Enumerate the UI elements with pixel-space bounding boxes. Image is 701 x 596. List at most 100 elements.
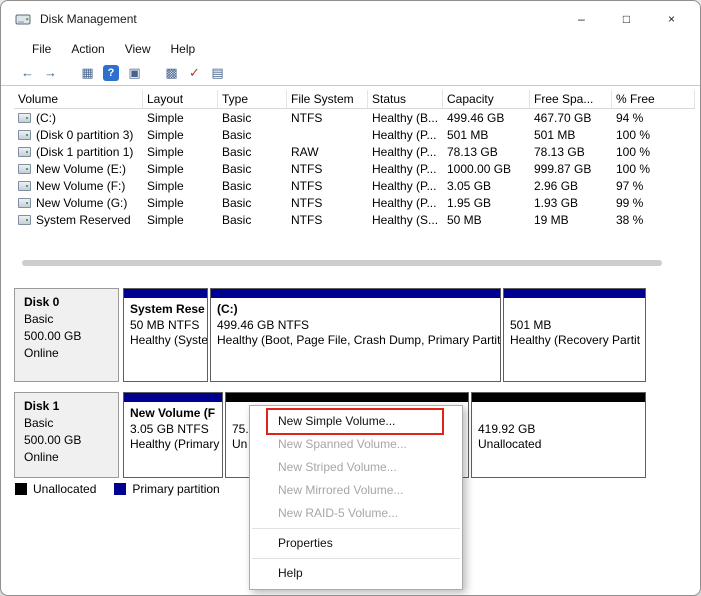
- menu-file[interactable]: File: [22, 40, 61, 58]
- table-row[interactable]: New Volume (E:) Simple Basic NTFS Health…: [14, 160, 695, 177]
- disk-size: 500.00 GB: [24, 433, 109, 447]
- menu-action[interactable]: Action: [61, 40, 114, 58]
- partition-recovery[interactable]: 501 MB Healthy (Recovery Partit: [503, 288, 646, 382]
- partition-new-volume-f[interactable]: New Volume (F 3.05 GB NTFS Healthy (Prim…: [123, 392, 223, 478]
- cell-pct-free: 100 %: [612, 145, 695, 159]
- cell-capacity: 78.13 GB: [443, 145, 530, 159]
- partition-unallocated-large[interactable]: 419.92 GB Unallocated: [471, 392, 646, 478]
- cell-fs: NTFS: [287, 111, 368, 125]
- disk-state: Online: [24, 450, 109, 464]
- cell-type: Basic: [218, 179, 287, 193]
- menu-item-properties[interactable]: Properties: [250, 532, 462, 555]
- partition-status: Healthy (Boot, Page File, Crash Dump, Pr…: [217, 333, 494, 347]
- partition-title: (C:): [217, 302, 494, 317]
- cell-capacity: 499.46 GB: [443, 111, 530, 125]
- table-row[interactable]: (Disk 1 partition 1) Simple Basic RAW He…: [14, 143, 695, 160]
- partition-title: [510, 302, 639, 317]
- primary-partition-swatch-icon: [114, 483, 126, 495]
- graphical-view-icon[interactable]: ▤: [206, 63, 229, 83]
- column-header-free-space[interactable]: Free Spa...: [530, 90, 612, 108]
- cell-fs: RAW: [287, 145, 368, 159]
- toolbar: ← → ▦ ? ▣ ▩ ✓ ▤: [1, 60, 700, 86]
- disk-1-label[interactable]: Disk 1 Basic 500.00 GB Online: [14, 392, 119, 478]
- cell-free: 1.93 GB: [530, 196, 612, 210]
- disk-0-row: Disk 0 Basic 500.00 GB Online System Res…: [14, 285, 695, 385]
- table-row[interactable]: (Disk 0 partition 3) Simple Basic Health…: [14, 126, 695, 143]
- cell-type: Basic: [218, 128, 287, 142]
- cell-type: Basic: [218, 145, 287, 159]
- back-icon[interactable]: ←: [16, 63, 39, 83]
- cell-status: Healthy (P...: [368, 179, 443, 193]
- disk-0-label[interactable]: Disk 0 Basic 500.00 GB Online: [14, 288, 119, 382]
- table-row[interactable]: (C:) Simple Basic NTFS Healthy (B... 499…: [14, 109, 695, 126]
- drive-icon: [18, 130, 31, 140]
- column-header-volume[interactable]: Volume: [14, 90, 143, 108]
- cell-pct-free: 100 %: [612, 128, 695, 142]
- partition-status: Healthy (Recovery Partit: [510, 333, 639, 347]
- menu-help[interactable]: Help: [161, 40, 206, 58]
- partition-size: 501 MB: [510, 318, 639, 332]
- cell-fs: NTFS: [287, 213, 368, 227]
- show-action-pane-icon[interactable]: ▣: [123, 63, 146, 83]
- primary-partition-strip: [124, 289, 207, 298]
- volume-name: New Volume (F:): [36, 179, 125, 193]
- popup-window-icon[interactable]: ▩: [160, 63, 183, 83]
- menu-bar: File Action View Help: [1, 37, 700, 60]
- drive-icon: [18, 198, 31, 208]
- partition-system-reserved[interactable]: System Rese 50 MB NTFS Healthy (Syste: [123, 288, 208, 382]
- forward-icon[interactable]: →: [39, 63, 62, 83]
- column-header-capacity[interactable]: Capacity: [443, 90, 530, 108]
- menu-item-new-striped-volume: New Striped Volume...: [250, 456, 462, 479]
- menu-separator: [252, 558, 460, 559]
- table-row[interactable]: System Reserved Simple Basic NTFS Health…: [14, 211, 695, 228]
- minimize-button[interactable]: –: [559, 1, 604, 37]
- column-header-file-system[interactable]: File System: [287, 90, 368, 108]
- menu-item-new-raid5-volume: New RAID-5 Volume...: [250, 502, 462, 525]
- volume-name: New Volume (G:): [36, 196, 127, 210]
- menu-view[interactable]: View: [115, 40, 161, 58]
- volume-name: (C:): [36, 111, 56, 125]
- column-header-type[interactable]: Type: [218, 90, 287, 108]
- cell-capacity: 501 MB: [443, 128, 530, 142]
- cell-fs: NTFS: [287, 196, 368, 210]
- cell-free: 2.96 GB: [530, 179, 612, 193]
- cell-capacity: 50 MB: [443, 213, 530, 227]
- cell-status: Healthy (S...: [368, 213, 443, 227]
- partition-status: Healthy (Syste: [130, 333, 201, 347]
- disk-kind: Basic: [24, 312, 109, 326]
- menu-item-help[interactable]: Help: [250, 562, 462, 585]
- unallocated-swatch-icon: [15, 483, 27, 495]
- menu-item-new-simple-volume[interactable]: New Simple Volume...: [250, 410, 462, 433]
- cell-layout: Simple: [143, 162, 218, 176]
- rescan-disks-icon[interactable]: ✓: [183, 63, 206, 83]
- close-button[interactable]: ×: [649, 1, 694, 37]
- horizontal-scrollbar[interactable]: [14, 256, 695, 270]
- legend: Unallocated Primary partition: [15, 481, 220, 497]
- cell-type: Basic: [218, 111, 287, 125]
- context-menu: New Simple Volume... New Spanned Volume.…: [249, 405, 463, 590]
- disk-size: 500.00 GB: [24, 329, 109, 343]
- primary-partition-strip: [504, 289, 645, 298]
- cell-pct-free: 97 %: [612, 179, 695, 193]
- help-icon[interactable]: ?: [103, 65, 119, 81]
- legend-primary-partition: Primary partition: [114, 482, 219, 496]
- column-header-pct-free[interactable]: % Free: [612, 90, 695, 108]
- unallocated-strip: [226, 393, 468, 402]
- volume-name: (Disk 0 partition 3): [36, 128, 133, 142]
- cell-layout: Simple: [143, 128, 218, 142]
- show-console-tree-icon[interactable]: ▦: [76, 63, 99, 83]
- table-row[interactable]: New Volume (F:) Simple Basic NTFS Health…: [14, 177, 695, 194]
- legend-label: Unallocated: [33, 482, 96, 496]
- cell-status: Healthy (P...: [368, 196, 443, 210]
- maximize-button[interactable]: □: [604, 1, 649, 37]
- primary-partition-strip: [124, 393, 222, 402]
- table-row[interactable]: New Volume (G:) Simple Basic NTFS Health…: [14, 194, 695, 211]
- cell-layout: Simple: [143, 213, 218, 227]
- cell-pct-free: 99 %: [612, 196, 695, 210]
- column-header-layout[interactable]: Layout: [143, 90, 218, 108]
- column-header-status[interactable]: Status: [368, 90, 443, 108]
- cell-fs: NTFS: [287, 179, 368, 193]
- partition-c[interactable]: (C:) 499.46 GB NTFS Healthy (Boot, Page …: [210, 288, 501, 382]
- scrollbar-thumb[interactable]: [22, 260, 662, 266]
- title-bar[interactable]: Disk Management – □ ×: [1, 1, 700, 37]
